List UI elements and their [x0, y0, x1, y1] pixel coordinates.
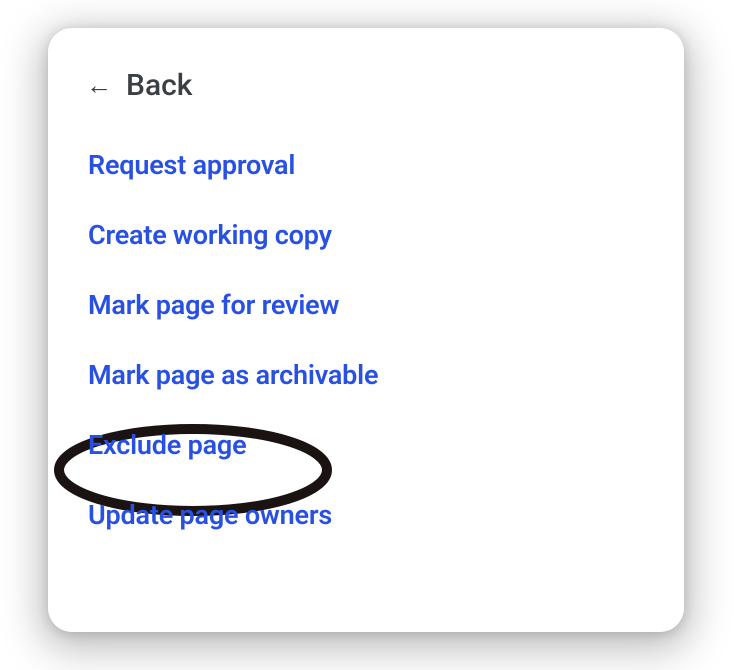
menu-list: Request approval Create working copy Mar… [86, 149, 646, 531]
menu-panel: ← Back Request approval Create working c… [48, 28, 684, 632]
menu-item-exclude-page[interactable]: Exclude page [88, 429, 646, 461]
menu-item-update-page-owners[interactable]: Update page owners [88, 499, 646, 531]
back-label: Back [126, 68, 192, 103]
menu-item-request-approval[interactable]: Request approval [88, 149, 646, 181]
back-button[interactable]: ← Back [86, 68, 646, 103]
menu-item-mark-for-review[interactable]: Mark page for review [88, 289, 646, 321]
menu-item-mark-archivable[interactable]: Mark page as archivable [88, 359, 646, 391]
menu-item-create-working-copy[interactable]: Create working copy [88, 219, 646, 251]
arrow-left-icon: ← [86, 73, 112, 99]
